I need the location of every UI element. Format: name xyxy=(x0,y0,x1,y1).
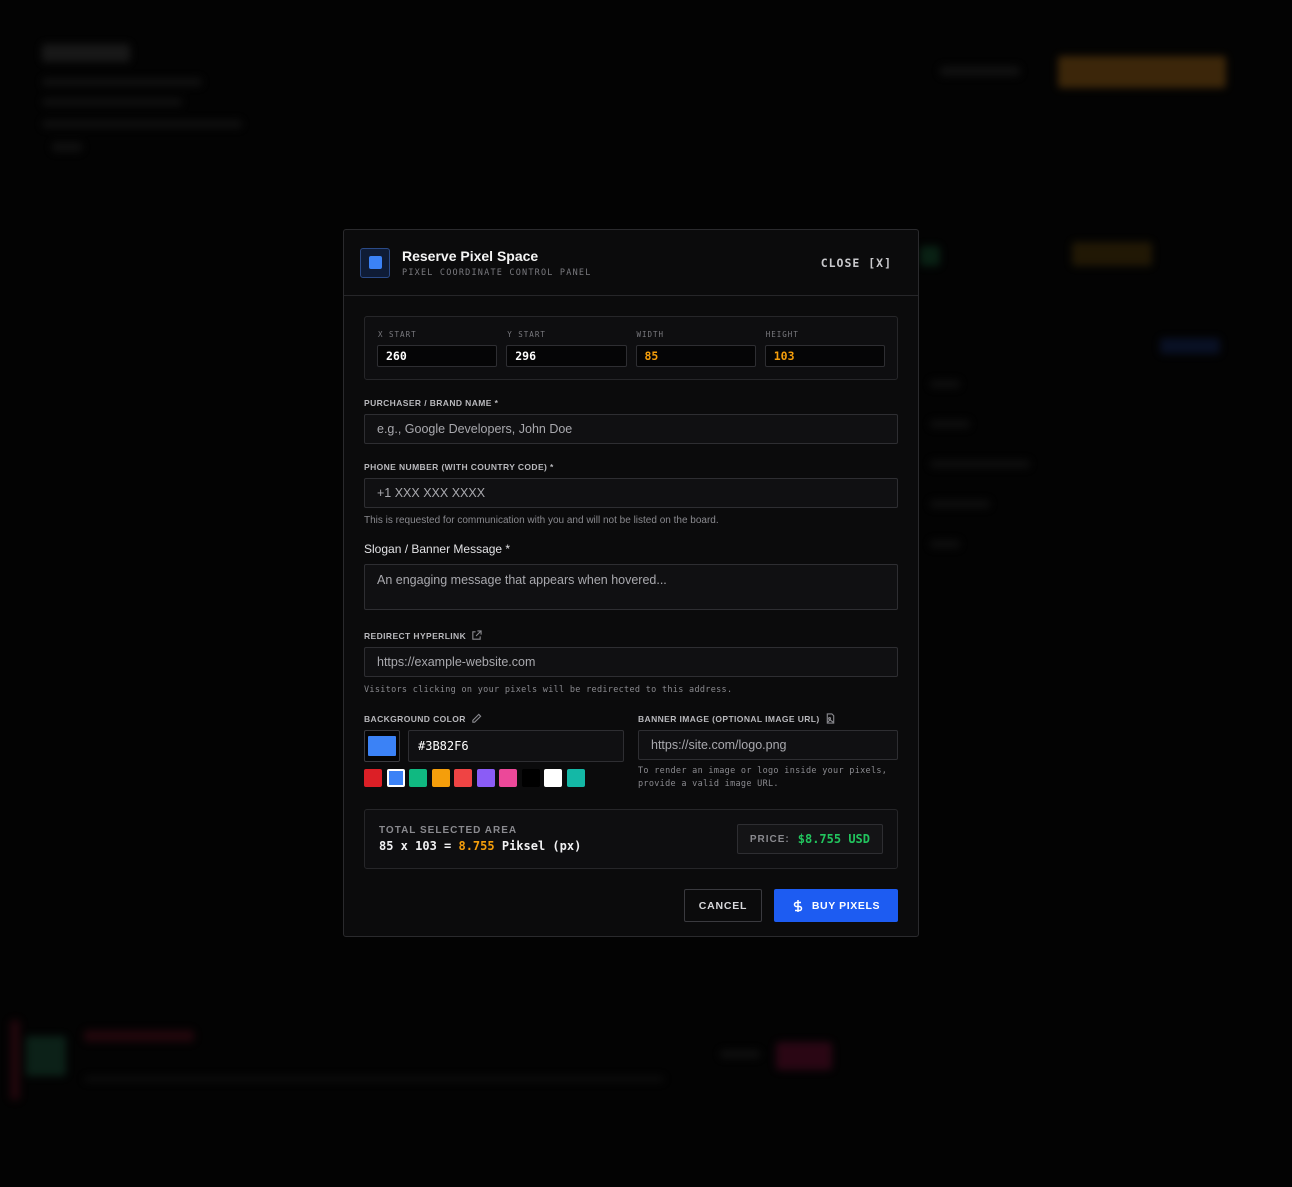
coordinate-panel: X START 260 Y START 296 WIDTH 85 HEIGHT … xyxy=(364,316,898,380)
price-badge: PRICE: $8.755 USD xyxy=(736,824,883,854)
slogan-textarea[interactable]: An engaging message that appears when ho… xyxy=(364,564,898,610)
color-swatch[interactable] xyxy=(364,769,382,787)
price-label: PRICE: xyxy=(749,833,790,845)
banner-url-input[interactable]: https://site.com/logo.png xyxy=(638,730,898,760)
x-start-label: X START xyxy=(378,330,417,339)
color-swatch[interactable] xyxy=(476,769,495,787)
width-label: WIDTH xyxy=(636,330,665,339)
x-start-input[interactable]: 260 xyxy=(377,345,498,367)
image-file-icon xyxy=(826,713,834,724)
phone-label: PHONE NUMBER (WITH COUNTRY CODE) * xyxy=(364,462,554,472)
pixel-square-icon xyxy=(360,247,390,278)
name-input[interactable]: e.g., Google Developers, John Doe xyxy=(364,414,898,444)
cancel-button[interactable]: CANCEL xyxy=(684,889,762,922)
color-picker[interactable] xyxy=(364,730,400,762)
color-swatch[interactable] xyxy=(409,769,427,787)
color-swatch[interactable] xyxy=(386,769,405,787)
external-link-icon xyxy=(472,630,482,640)
pencil-icon xyxy=(472,713,482,723)
height-label: HEIGHT xyxy=(765,330,799,339)
color-preview xyxy=(368,736,396,756)
modal-title: Reserve Pixel Space xyxy=(402,247,539,264)
color-swatch[interactable] xyxy=(431,769,450,787)
phone-hint: This is requested for communication with… xyxy=(364,515,719,526)
y-start-label: Y START xyxy=(507,330,546,339)
hex-color-input[interactable]: #3B82F6 xyxy=(408,730,624,762)
link-input[interactable]: https://example-website.com xyxy=(364,647,898,677)
link-hint: Visitors clicking on your pixels will be… xyxy=(364,685,733,695)
modal-header: Reserve Pixel Space PIXEL COORDINATE CON… xyxy=(344,230,918,296)
buy-pixels-button[interactable]: BUY PIXELS xyxy=(774,889,898,922)
link-label: REDIRECT HYPERLINK xyxy=(364,630,898,641)
dollar-icon xyxy=(793,899,803,912)
reserve-pixel-modal: Reserve Pixel Space PIXEL COORDINATE CON… xyxy=(343,229,919,937)
banner-hint: To render an image or logo inside your p… xyxy=(638,766,888,789)
summary-value: 85 x 103 = 8.755 Piksel (px) xyxy=(379,839,582,853)
color-swatch[interactable] xyxy=(454,769,472,787)
slogan-label: Slogan / Banner Message * xyxy=(364,542,511,556)
banner-label: BANNER IMAGE (OPTIONAL IMAGE URL) xyxy=(638,713,898,724)
color-palette xyxy=(364,769,624,787)
close-button[interactable]: CLOSE [X] xyxy=(821,256,892,270)
price-value: $8.755 USD xyxy=(797,832,870,846)
summary-label: TOTAL SELECTED AREA xyxy=(379,825,518,836)
color-label: BACKGROUND COLOR xyxy=(364,713,624,724)
color-swatch[interactable] xyxy=(521,769,540,787)
height-input[interactable]: 103 xyxy=(764,345,885,367)
phone-input[interactable]: +1 XXX XXX XXXX xyxy=(364,478,898,508)
color-swatch[interactable] xyxy=(544,769,562,787)
area-summary: TOTAL SELECTED AREA 85 x 103 = 8.755 Pik… xyxy=(364,809,898,869)
y-start-input[interactable]: 296 xyxy=(506,345,627,367)
buy-pixels-label: BUY PIXELS xyxy=(811,899,881,912)
color-swatch[interactable] xyxy=(499,769,517,787)
name-label: PURCHASER / BRAND NAME * xyxy=(364,398,499,408)
color-swatch[interactable] xyxy=(566,769,585,787)
width-input[interactable]: 85 xyxy=(635,345,756,367)
modal-subtitle: PIXEL COORDINATE CONTROL PANEL xyxy=(402,267,592,278)
